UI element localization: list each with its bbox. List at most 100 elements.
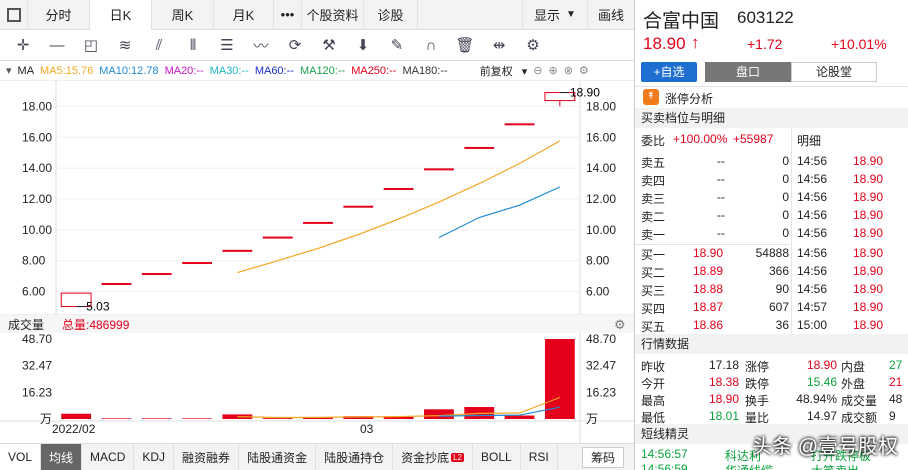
fuquan-label: 前复权 xyxy=(479,65,513,78)
tab-week-k[interactable]: 周K xyxy=(152,0,214,30)
detail-time: 14:56 xyxy=(797,208,828,222)
detail-time: 14:56 xyxy=(797,226,828,240)
vol-tick-left: 万 xyxy=(40,412,52,426)
vol-tick-right: 万 xyxy=(586,412,598,426)
tab-macd[interactable]: MACD xyxy=(82,443,135,470)
price-tick-left: 16.00 xyxy=(22,130,52,144)
up-arrow-icon: ↑ xyxy=(691,33,700,52)
quote-value: 48 xyxy=(889,392,903,406)
add-watchlist-button[interactable]: +自选 xyxy=(641,62,697,82)
minus-icon[interactable]: ⊖ xyxy=(533,64,542,77)
tab-kdj[interactable]: KDJ xyxy=(134,443,175,470)
vol-tick-right: 32.47 xyxy=(586,359,616,373)
crosshair-icon[interactable]: ✛ xyxy=(6,33,40,57)
tab-profile[interactable]: 个股资料 xyxy=(302,0,364,30)
chips-button[interactable]: 筹码 xyxy=(581,446,624,468)
pen-icon[interactable]: ✎ xyxy=(380,33,414,57)
detail-price: 18.90 xyxy=(853,226,884,240)
ma120-value: MA120:-- xyxy=(299,64,346,77)
limit-up-analysis-link[interactable]: 涨停分析 xyxy=(665,90,713,107)
ma-label: MA xyxy=(17,64,35,77)
candle xyxy=(464,146,495,149)
candle xyxy=(222,249,253,252)
price-tick-right: 16.00 xyxy=(586,130,616,144)
cycle-tool-icon[interactable]: ⟳ xyxy=(278,33,312,57)
buy-level-label: 买五 xyxy=(641,320,666,334)
quote-panel: 合富中国 603122 18.90 ↑ +1.72 +10.01% +自选 盘口… xyxy=(634,0,908,470)
layout-toggle-button[interactable] xyxy=(0,0,28,30)
plus-icon[interactable]: ⊕ xyxy=(548,64,557,77)
sprite-time: 14:56:59 xyxy=(641,462,688,470)
tab-hk-fund[interactable]: 陆股通资金 xyxy=(239,443,317,470)
sell-level-price: -- xyxy=(717,208,725,222)
stock-code: 603122 xyxy=(737,8,794,27)
close-icon[interactable]: ⊗ xyxy=(564,64,573,77)
price-change-pct: +10.01% xyxy=(831,36,887,52)
tab-day-k[interactable]: 日K xyxy=(90,0,152,30)
detail-time: 14:56 xyxy=(797,154,828,168)
tab-bottom-fund[interactable]: 资金抄底 L2 xyxy=(393,443,474,470)
price-tick-right: 10.00 xyxy=(586,223,616,237)
arrow-down-icon[interactable]: ⬇ xyxy=(346,33,380,57)
buy-level-price: 18.87 xyxy=(693,300,724,314)
rect-tool-icon[interactable]: ◰ xyxy=(74,33,108,57)
period-tabs: 分时 日K 周K 月K ••• 个股资料 诊股 显示 ▼ 画线 xyxy=(0,0,634,30)
tab-more[interactable]: ••• xyxy=(274,0,302,30)
expand-icon[interactable]: ▾ xyxy=(6,64,12,77)
quote-label: 昨收 xyxy=(641,360,666,374)
indicator-tabs: VOL 均线 MACD KDJ 融资融券 陆股通资金 陆股通持仓 资金抄底 L2 … xyxy=(0,443,634,470)
x-label-mar: 03 xyxy=(360,422,374,436)
quote-value: 18.90 xyxy=(708,392,739,406)
quote-label: 涨停 xyxy=(745,360,770,374)
tab-ma[interactable]: 均线 xyxy=(41,443,83,470)
detail-time: 14:56 xyxy=(797,172,828,186)
period-tool-icon[interactable]: ⦀ xyxy=(176,33,210,57)
kline-chart[interactable]: 18.0016.0014.0012.0010.008.006.00 18.001… xyxy=(0,81,634,443)
detail-time: 14:56 xyxy=(797,246,828,260)
detail-price: 18.90 xyxy=(853,282,884,296)
fuquan-dropdown[interactable]: 前复权 ▾ xyxy=(480,63,528,79)
draw-line-button[interactable]: 画线 xyxy=(588,0,634,30)
quote-value: 48.94% xyxy=(796,392,837,406)
settings-icon[interactable]: ⚙ xyxy=(579,64,589,77)
gann-tool-icon[interactable]: ⚒ xyxy=(312,33,346,57)
magnet-icon[interactable]: ∩ xyxy=(414,33,448,57)
tab-vol[interactable]: VOL xyxy=(0,443,42,470)
gear-icon[interactable]: ⚙ xyxy=(516,33,550,57)
stock-name: 合富中国 xyxy=(643,11,720,32)
channel-tool-icon[interactable]: ⫽ xyxy=(142,33,176,57)
display-dropdown[interactable]: 显示 ▼ xyxy=(522,0,588,30)
price-tick-right: 14.00 xyxy=(586,161,616,175)
buy-level-volume: 607 xyxy=(768,300,789,314)
line-tool-icon[interactable]: — xyxy=(40,33,74,57)
detail-price: 18.90 xyxy=(853,318,884,332)
tab-month-k[interactable]: 月K xyxy=(214,0,274,30)
wave-tool-icon[interactable]: 〰 xyxy=(244,33,278,57)
fib-tool-icon[interactable]: ☰ xyxy=(210,33,244,57)
candle xyxy=(504,123,535,126)
detail-divider xyxy=(791,128,792,334)
tab-pankou[interactable]: 盘口 xyxy=(705,62,791,82)
volume-bar xyxy=(544,339,575,419)
tab-diagnose[interactable]: 诊股 xyxy=(364,0,418,30)
volume-bar xyxy=(141,418,172,419)
quote-label: 今开 xyxy=(641,377,666,391)
trash-icon[interactable]: 🗑 xyxy=(448,33,482,57)
tab-forum[interactable]: 论股堂 xyxy=(791,62,877,82)
sell-level-price: -- xyxy=(717,154,725,168)
tab-boll[interactable]: BOLL xyxy=(473,443,521,470)
ma30-value: MA30:-- xyxy=(209,64,249,77)
tab-fenshi[interactable]: 分时 xyxy=(28,0,90,30)
fan-tool-icon[interactable]: ≋ xyxy=(108,33,142,57)
volume-label: 成交量 xyxy=(8,317,44,332)
tab-margin[interactable]: 融资融券 xyxy=(174,443,240,470)
price-tick-left: 14.00 xyxy=(22,161,52,175)
sell-level-label: 卖五 xyxy=(641,156,666,170)
detail-price: 18.90 xyxy=(853,300,884,314)
split-icon[interactable]: ⇹ xyxy=(482,33,516,57)
limit-up-icon: ↟ xyxy=(643,89,659,105)
price-tick-left: 12.00 xyxy=(22,192,52,206)
candle xyxy=(343,205,374,208)
tab-hk-hold[interactable]: 陆股通持仓 xyxy=(316,443,394,470)
tab-rsi[interactable]: RSI xyxy=(521,443,558,470)
